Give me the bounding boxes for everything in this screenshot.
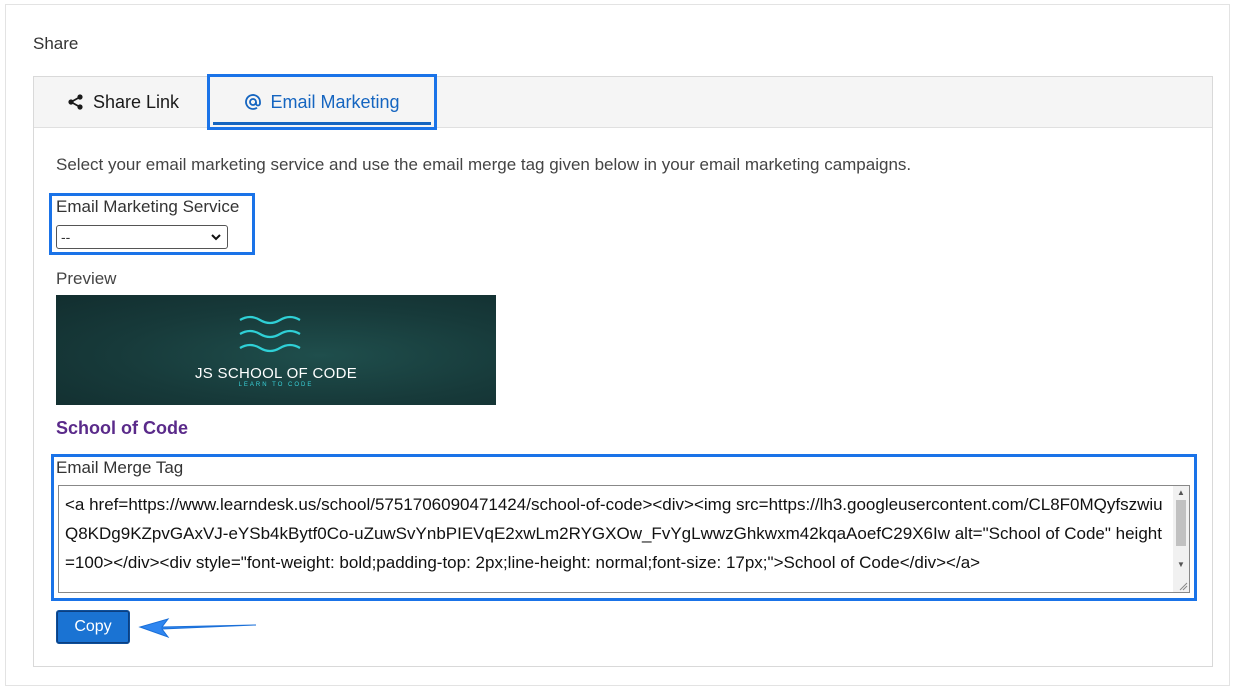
school-name: School of Code [56,418,188,438]
intro-text: Select your email marketing service and … [56,155,912,174]
resize-grip-icon[interactable] [1178,581,1188,591]
service-selected-value: -- [61,229,71,245]
service-select[interactable]: -- [56,225,228,249]
preview-label: Preview [56,269,117,288]
copy-button[interactable]: Copy [56,610,130,644]
textarea-scrollbar[interactable]: ▲ ▼ [1173,486,1189,592]
tab-email-marketing-label: Email Marketing [270,91,400,112]
share-card: Share Link Email Marketing Select your e… [33,74,1213,667]
scroll-up-icon[interactable]: ▲ [1177,488,1185,497]
waves-logo-icon [239,315,301,353]
tab-share-link-label: Share Link [93,91,180,112]
merge-tag-label: Email Merge Tag [56,458,184,477]
panel-title: Share [33,34,79,53]
active-tab-indicator [213,122,431,125]
tab-email-marketing[interactable]: Email Marketing [207,74,437,130]
merge-tag-code: <a href=https://www.learndesk.us/school/… [65,495,1163,572]
arrow-annotation-icon [138,618,257,639]
logo-subtext: LEARN TO CODE [238,382,314,388]
scroll-thumb[interactable] [1176,500,1186,546]
service-label: Email Marketing Service [56,197,240,216]
logo-text: JS SCHOOL OF CODE [194,365,358,382]
chevron-down-icon [210,230,222,247]
at-sign-icon [244,93,262,111]
share-panel: Share Share Link Email Marketing Select … [5,4,1230,686]
scroll-down-icon[interactable]: ▼ [1177,560,1185,569]
tab-bar: Share Link Email Marketing [34,74,1212,130]
tab-share-link[interactable]: Share Link [67,77,179,127]
preview-image: JS SCHOOL OF CODE LEARN TO CODE [56,295,496,405]
share-icon [67,93,85,111]
merge-tag-textarea[interactable]: <a href=https://www.learndesk.us/school/… [58,485,1190,593]
